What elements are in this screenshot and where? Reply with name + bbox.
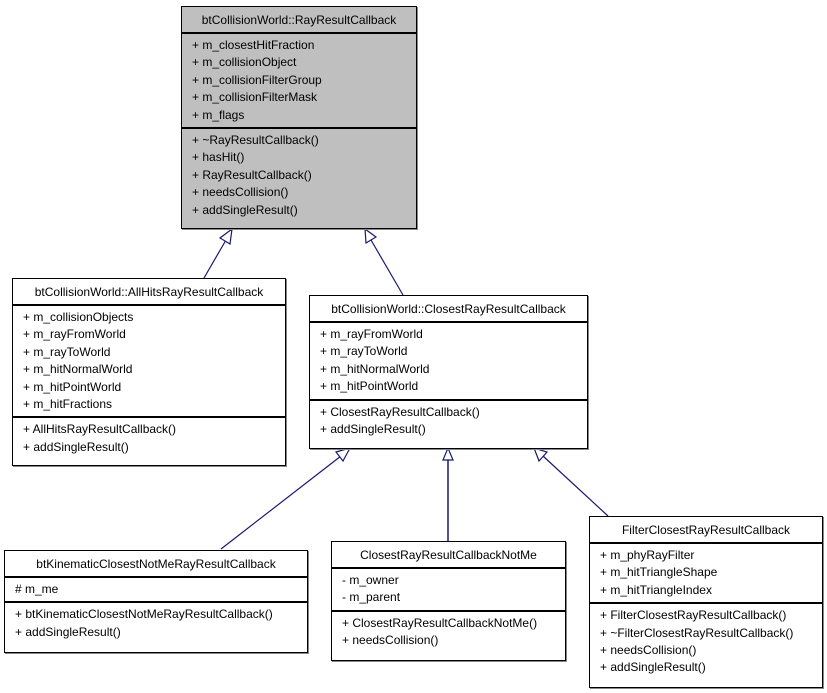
methods-section: + ClosestRayResultCallback() + addSingleR… (310, 401, 587, 442)
attribute-item: - m_parent (342, 590, 401, 605)
method-item: + needsCollision() (342, 633, 439, 648)
attribute-item: # m_me (15, 582, 59, 596)
edge-allhits-to-rayresult (203, 227, 233, 279)
attribute-item: + m_flags (192, 107, 245, 122)
method-item: + addSingleResult() (15, 624, 121, 639)
method-item: + addSingleResult() (600, 660, 706, 675)
attribute-item: + m_collisionObject (192, 55, 297, 70)
attribute-item: + m_collisionFilterGroup (192, 72, 322, 87)
class-name: btCollisionWorld::ClosestRayResultCallba… (310, 296, 587, 323)
method-item: + ClosestRayResultCallbackNotMe() (342, 615, 538, 630)
class-name: btCollisionWorld::AllHitsRayResultCallba… (13, 279, 285, 306)
attribute-item: + m_rayToWorld (320, 344, 408, 359)
attribute-item: + m_hitPointWorld (320, 379, 419, 394)
method-item: + RayResultCallback() (192, 167, 312, 182)
class-filter-closest-ray-result-callback[interactable]: FilterClosestRayResultCallback + m_phyRay… (589, 516, 823, 688)
attributes-section: - m_owner - m_parent (332, 569, 565, 612)
attribute-item: + m_collisionFilterMask (192, 90, 318, 105)
method-item: + needsCollision() (192, 185, 289, 200)
method-item: + AllHitsRayResultCallback() (23, 422, 177, 437)
method-item: + addSingleResult() (320, 421, 426, 436)
attribute-item: + m_rayToWorld (23, 344, 111, 359)
attributes-section: + m_phyRayFilter + m_hitTriangleShape + m_… (590, 544, 822, 605)
attribute-item: + m_hitNormalWorld (23, 362, 133, 377)
method-item: + addSingleResult() (192, 202, 298, 217)
attributes-section: # m_me (5, 578, 307, 604)
attribute-item: + m_hitTriangleIndex (600, 582, 712, 597)
class-name: btCollisionWorld::RayResultCallback (182, 7, 416, 34)
class-name: FilterClosestRayResultCallback (590, 517, 822, 544)
edge-notme-to-closest (442, 446, 454, 541)
class-all-hits-ray-result-callback[interactable]: btCollisionWorld::AllHitsRayResultCallba… (12, 278, 286, 466)
method-item: + FilterClosestRayResultCallback() (600, 608, 787, 623)
attributes-section: + m_collisionObjects + m_rayFromWorld + m_… (13, 306, 285, 419)
method-item: + addSingleResult() (23, 439, 129, 454)
attribute-item: + m_rayFromWorld (320, 327, 423, 341)
class-closest-ray-result-callback-not-me[interactable]: ClosestRayResultCallbackNotMe - m_owner - … (331, 541, 566, 661)
class-kinematic-closest-not-me[interactable]: btKinematicClosestNotMeRayResultCallback… (4, 550, 308, 653)
attribute-item: + m_hitPointWorld (23, 379, 122, 394)
methods-section: + AllHitsRayResultCallback() + addSingleR… (13, 418, 285, 459)
edge-filter-to-closest (532, 447, 609, 517)
class-name: ClosestRayResultCallbackNotMe (332, 542, 565, 569)
methods-section: + ClosestRayResultCallbackNotMe() + needs… (332, 612, 565, 653)
method-item: + ClosestRayResultCallback() (320, 404, 480, 419)
methods-section: + ~RayResultCallback() + hasHit() + RayRes… (182, 129, 416, 222)
attributes-section: + m_rayFromWorld + m_rayToWorld + m_hitNor… (310, 323, 587, 401)
attribute-item: + m_closestHitFraction (192, 38, 315, 52)
attribute-item: + m_collisionObjects (23, 310, 134, 324)
class-ray-result-callback[interactable]: btCollisionWorld::RayResultCallback + m_c… (181, 6, 417, 229)
attribute-item: + m_hitTriangleShape (600, 565, 718, 580)
attribute-item: + m_phyRayFilter (600, 548, 695, 562)
edge-closest-to-rayresult (364, 227, 404, 296)
attribute-item: + m_rayFromWorld (23, 327, 126, 342)
attribute-item: + m_hitFractions (23, 396, 113, 411)
methods-section: + FilterClosestRayResultCallback() + ~Fil… (590, 604, 822, 680)
method-item: + needsCollision() (600, 642, 697, 657)
method-item: + btKinematicClosestNotMeRayResultCallba… (15, 607, 273, 622)
class-name: btKinematicClosestNotMeRayResultCallback (5, 551, 307, 578)
attribute-item: - m_owner (342, 573, 399, 587)
method-item: + hasHit() (192, 150, 245, 165)
class-closest-ray-result-callback[interactable]: btCollisionWorld::ClosestRayResultCallba… (309, 295, 588, 449)
method-item: + ~RayResultCallback() (192, 132, 319, 147)
method-item: + ~FilterClosestRayResultCallback() (600, 625, 794, 640)
attributes-section: + m_closestHitFraction + m_collisionObjec… (182, 34, 416, 129)
attribute-item: + m_hitNormalWorld (320, 361, 430, 376)
methods-section: + btKinematicClosestNotMeRayResultCallba… (5, 603, 307, 644)
